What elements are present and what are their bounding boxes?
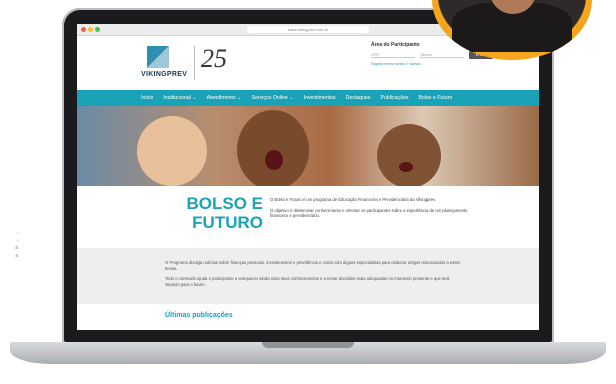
bolso-title-line2: FUTURO — [192, 213, 263, 232]
cpf-input[interactable]: CPF — [371, 51, 415, 58]
hero-face-child-left — [237, 110, 309, 186]
logo-text[interactable]: VIKINGPREV — [141, 71, 187, 78]
bolso-futuro-section: BOLSO E FUTURO O Bolso e Futuro é um pro… — [77, 186, 539, 248]
vikingprev-logo-icon[interactable] — [147, 46, 169, 68]
nav-item-servicos-online[interactable]: Serviços Online ⌄ — [252, 95, 294, 101]
nav-item-institucional[interactable]: Institucional ⌄ — [163, 95, 196, 101]
stage: ,,as www.vikingprev.com.br VIKINGPREV 25… — [0, 0, 616, 384]
band-paragraph-2: Todo o conteúdo ajuda o participante a e… — [165, 276, 450, 287]
nav-item-publicacoes[interactable]: Publicações — [380, 95, 408, 101]
nav-item-atendimento[interactable]: Atendimento ⌄ — [207, 95, 242, 101]
nav-item-investimentos[interactable]: Investimentos — [304, 95, 336, 101]
laptop-base-notch — [262, 342, 354, 348]
nav-item-destaques[interactable]: Destaques — [346, 95, 371, 101]
hero-smile-right — [399, 162, 413, 172]
bolso-futuro-description: O Bolso e Futuro é um programa de Educaç… — [270, 197, 480, 224]
laptop-screen: www.vikingprev.com.br VIKINGPREV 25 Área… — [77, 24, 539, 330]
presenter-photo — [432, 0, 592, 60]
main-nav: Início Institucional ⌄ Atendimento ⌄ Ser… — [77, 90, 539, 106]
logo-divider — [194, 46, 195, 80]
latest-posts-title[interactable]: Últimas publicações — [165, 312, 539, 319]
maximize-window-icon[interactable] — [95, 27, 100, 32]
band-paragraph-1: O Programa divulga notícias sobre finanç… — [165, 260, 460, 271]
bolso-paragraph-2: O objetivo é disseminar conhecimento e o… — [270, 207, 468, 219]
hero-banner-image — [77, 106, 539, 186]
close-window-icon[interactable] — [81, 27, 86, 32]
hero-smile-left — [265, 150, 283, 170]
latest-posts-section: Últimas publicações — [77, 304, 539, 330]
hero-face-mother — [137, 116, 207, 186]
bolso-paragraph-1: O Bolso e Futuro é um programa de Educaç… — [270, 197, 437, 202]
cropped-side-text: ,,as — [15, 229, 18, 259]
nav-item-inicio[interactable]: Início — [141, 95, 153, 101]
program-info-band: O Programa divulga notícias sobre finanç… — [77, 248, 539, 304]
bolso-title-line1: BOLSO E — [186, 194, 263, 213]
address-bar[interactable]: www.vikingprev.com.br — [247, 26, 369, 33]
hero-face-child-right — [377, 124, 441, 186]
minimize-window-icon[interactable] — [88, 27, 93, 32]
participant-links[interactable]: Esqueci minha senha 1º acesso — [371, 62, 511, 66]
nav-item-bolso-e-futuro[interactable]: Bolso e Futuro — [418, 95, 452, 101]
anniversary-badge: 25 — [201, 44, 227, 73]
password-input[interactable]: Senha — [420, 51, 465, 58]
bolso-futuro-title: BOLSO E FUTURO — [173, 194, 263, 232]
